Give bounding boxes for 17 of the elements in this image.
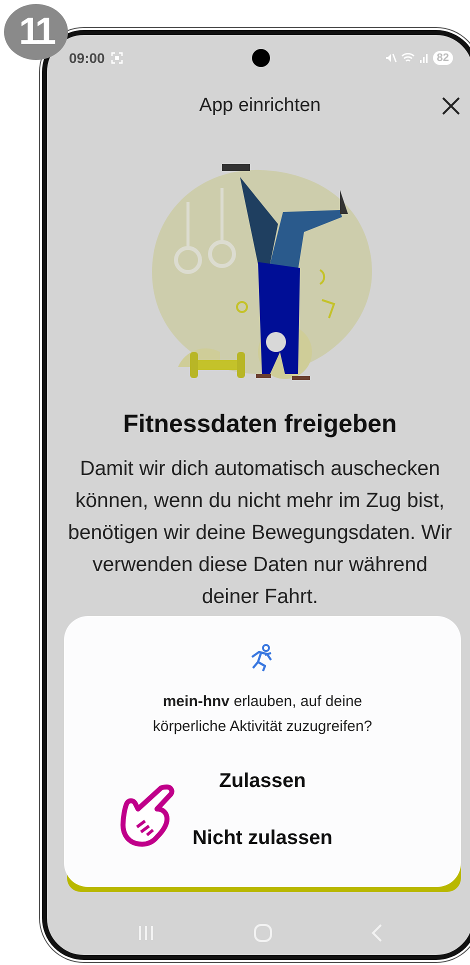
wifi-icon xyxy=(400,52,415,64)
screenshot-icon xyxy=(110,52,123,64)
close-button[interactable] xyxy=(441,96,461,116)
permission-message: mein-hnv erlauben, auf deine körperliche Aktivität zuzugreifen? xyxy=(152,692,374,737)
battery-level: 82 xyxy=(432,51,453,65)
home-icon[interactable] xyxy=(252,923,273,943)
mute-icon xyxy=(384,52,397,64)
allow-button[interactable]: Zulassen xyxy=(219,770,306,793)
screen-title: App einrichten xyxy=(199,95,321,117)
description-text: Damit wir dich automatisch auschecken können, wenn du nicht mehr im Zug bist, benötigen wir deine Bewegungsdaten. Wir verwenden diese Daten nur während deiner Fahrt. xyxy=(68,456,452,610)
deny-button[interactable]: Nicht zulassen xyxy=(192,827,333,850)
camera-hole xyxy=(252,49,270,67)
step-badge: 11 xyxy=(4,4,68,60)
heading: Fitnessdaten freigeben xyxy=(123,409,397,440)
status-time: 09:00 xyxy=(69,50,105,66)
signal-icon xyxy=(418,52,429,64)
back-icon[interactable] xyxy=(370,923,384,943)
